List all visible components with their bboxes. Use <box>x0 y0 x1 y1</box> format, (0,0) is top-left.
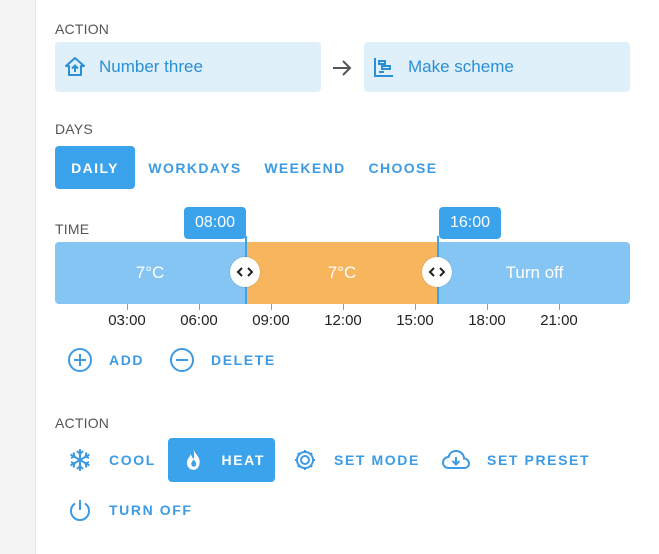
daily-button[interactable]: DAILY <box>55 146 135 189</box>
to-entity-button[interactable]: Make scheme <box>364 42 630 92</box>
from-entity-button[interactable]: Number three <box>55 42 321 92</box>
chart-timeline-icon <box>374 58 393 77</box>
timeline-tick-label: 09:00 <box>252 312 290 329</box>
snowflake-icon <box>69 449 91 471</box>
timeline-tick-label: 15:00 <box>396 312 434 329</box>
timeslot-segment-selected[interactable]: 7°C <box>247 242 437 304</box>
timeslot-segment[interactable]: Turn off <box>439 242 630 304</box>
timeline-tick-label: 21:00 <box>540 312 578 329</box>
set-preset-button[interactable]: SET PRESET <box>441 438 590 482</box>
set-mode-label: SET MODE <box>334 452 420 468</box>
arrow-right-icon <box>330 56 354 85</box>
minus-circle-icon <box>170 348 194 372</box>
turn-off-button[interactable]: TURN OFF <box>67 488 193 532</box>
time-section-label: TIME <box>55 221 90 237</box>
timeline-tick-label: 03:00 <box>108 312 146 329</box>
heat-label: HEAT <box>221 452 265 468</box>
timeline-tick <box>415 304 416 310</box>
from-entity-label: Number three <box>99 57 203 76</box>
timeline-tick <box>127 304 128 310</box>
set-mode-button[interactable]: SET MODE <box>292 438 420 482</box>
cloud-download-icon <box>441 449 471 469</box>
weekend-button[interactable]: WEEKEND <box>260 146 350 189</box>
power-icon <box>69 500 91 522</box>
timeline-tick <box>343 304 344 310</box>
cool-label: COOL <box>109 452 156 468</box>
resize-horizontal-icon <box>236 267 254 277</box>
to-entity-label: Make scheme <box>408 57 514 76</box>
timeline-tick-label: 18:00 <box>468 312 506 329</box>
plus-circle-icon <box>68 348 92 372</box>
add-label: ADD <box>109 352 145 368</box>
drag-handle-left[interactable] <box>230 257 260 287</box>
timeline-tick <box>271 304 272 310</box>
schedule-timeline: 7°C 7°C Turn off <box>55 242 630 304</box>
timeline-tick-label: 06:00 <box>180 312 218 329</box>
drag-handle-right[interactable] <box>422 257 452 287</box>
heat-button[interactable]: HEAT <box>168 438 275 482</box>
cog-sync-icon <box>295 450 315 470</box>
time-marker-start[interactable]: 08:00 <box>184 207 246 239</box>
delete-label: DELETE <box>211 352 276 368</box>
add-timeslot-button[interactable]: ADD <box>67 340 144 380</box>
time-marker-end[interactable]: 16:00 <box>439 207 501 239</box>
timeline-tick <box>559 304 560 310</box>
mode-section-label: ACTION <box>55 415 110 431</box>
turn-off-label: TURN OFF <box>109 502 193 518</box>
choose-button[interactable]: CHOOSE <box>362 146 444 189</box>
timeline-tick <box>199 304 200 310</box>
days-section-label: DAYS <box>55 121 93 137</box>
cool-button[interactable]: COOL <box>67 438 156 482</box>
timeline-tick <box>487 304 488 310</box>
set-preset-label: SET PRESET <box>487 452 591 468</box>
fire-icon <box>186 449 200 470</box>
workdays-button[interactable]: WORKDAYS <box>145 146 245 189</box>
action-section-label: ACTION <box>55 21 110 37</box>
resize-horizontal-icon <box>428 267 446 277</box>
timeslot-segment[interactable]: 7°C <box>55 242 245 304</box>
home-export-icon <box>65 57 85 76</box>
timeline-tick-label: 12:00 <box>324 312 362 329</box>
delete-timeslot-button[interactable]: DELETE <box>169 340 276 380</box>
